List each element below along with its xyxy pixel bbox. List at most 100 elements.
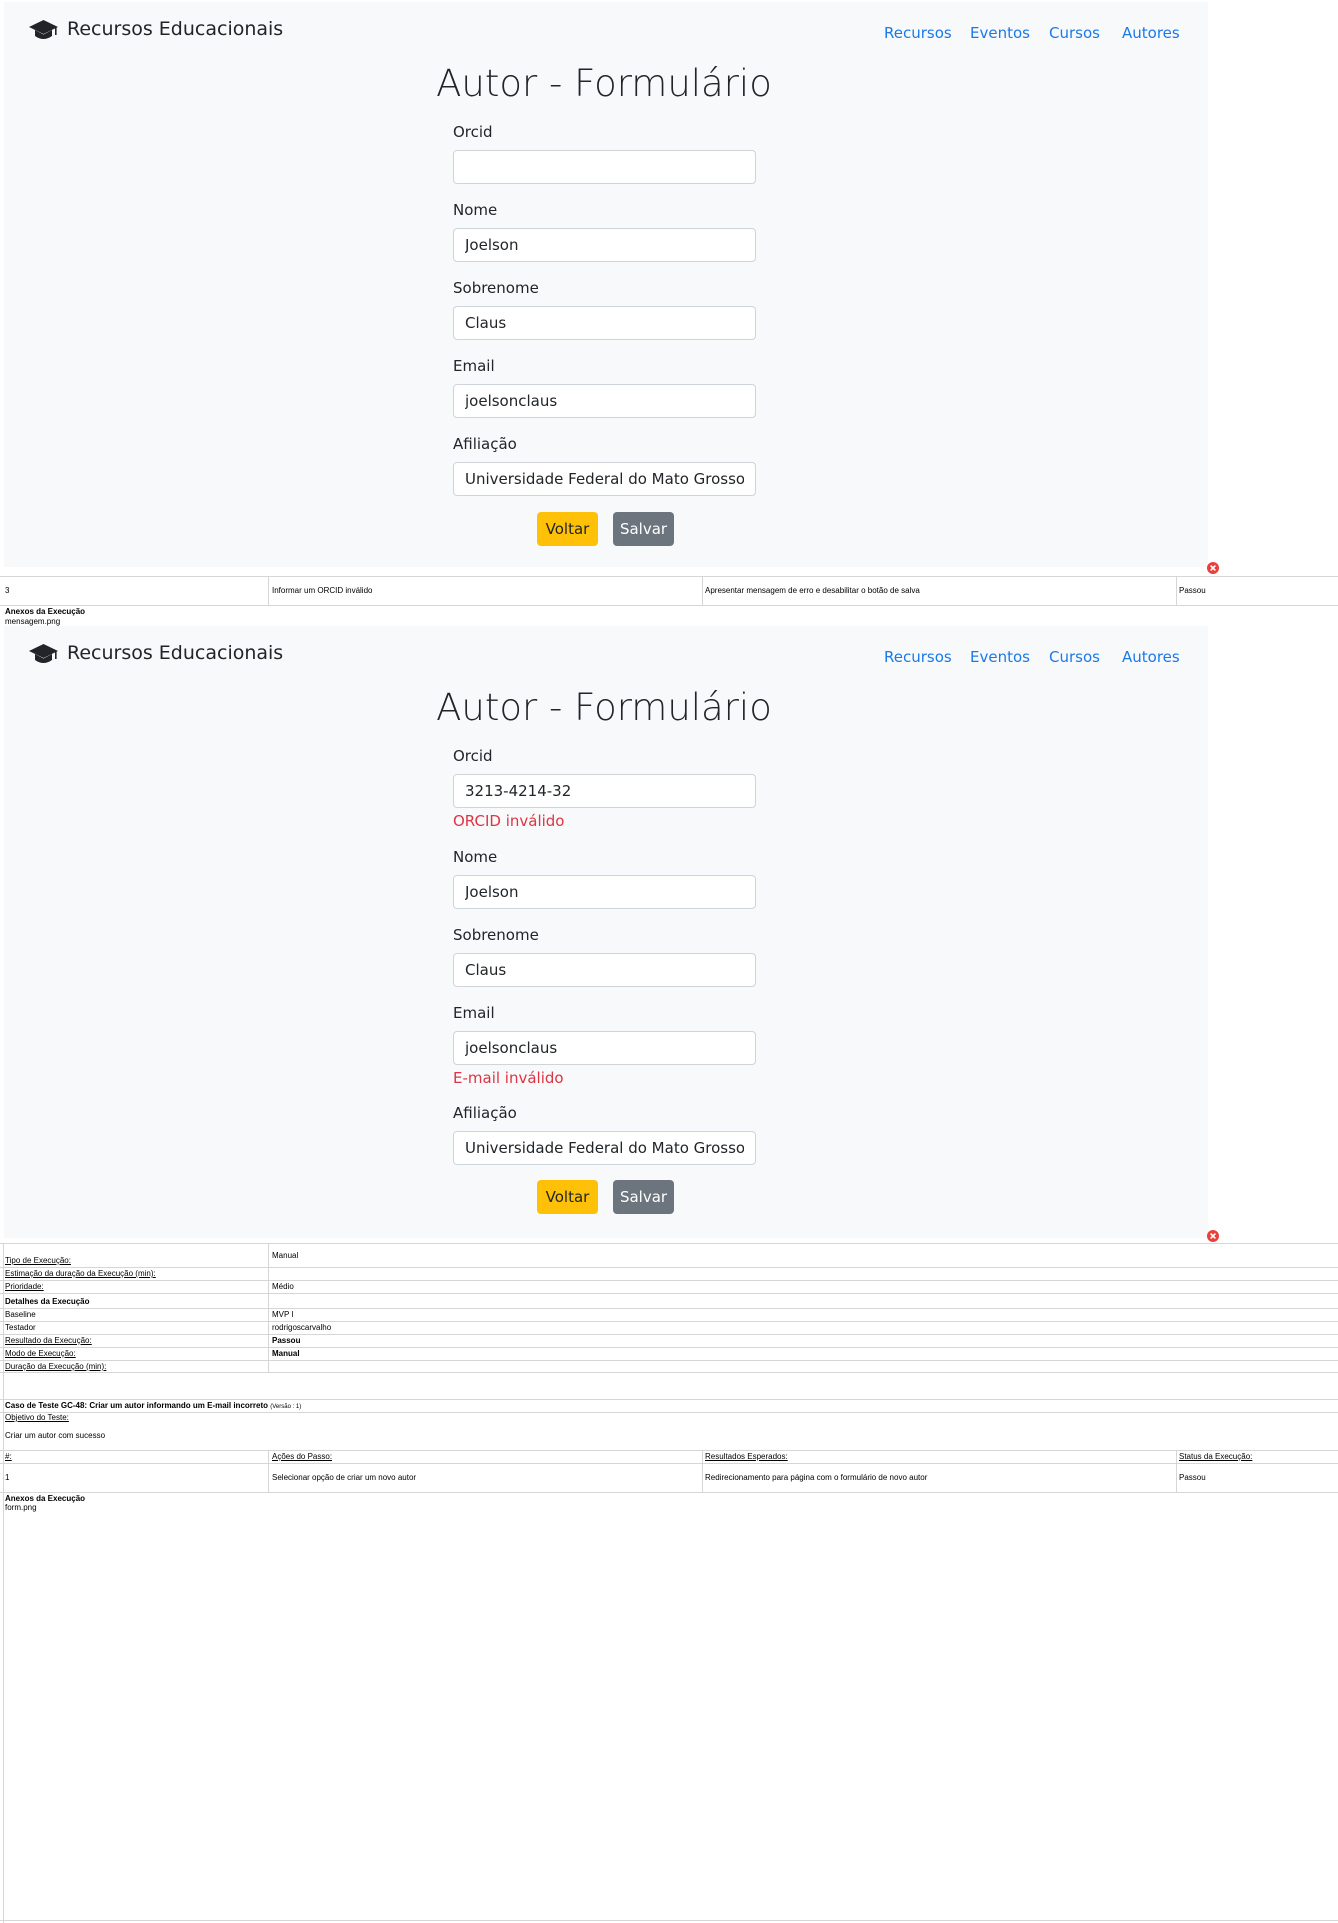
table-divider <box>702 1450 703 1492</box>
nome-input[interactable] <box>453 228 756 262</box>
step-action: Informar um ORCID inválido <box>272 586 373 595</box>
detalhes-heading: Detalhes da Execução <box>5 1297 90 1306</box>
sobrenome-label: Sobrenome <box>453 926 539 944</box>
resultado-label: Resultado da Execução: <box>5 1336 92 1345</box>
nome-label: Nome <box>453 201 498 219</box>
navbar-brand[interactable]: Recursos Educacionais <box>28 642 288 668</box>
table-divider <box>0 1360 1338 1361</box>
brand-label: Recursos Educacionais <box>67 642 284 664</box>
testador-value: rodrigoscarvalho <box>272 1323 332 1332</box>
baseline-value: MVP I <box>272 1310 294 1319</box>
table-divider <box>1176 576 1177 605</box>
table-divider <box>0 1412 1338 1413</box>
column-actions: Ações do Passo: <box>272 1452 333 1461</box>
attachment-file[interactable]: form.png <box>5 1503 37 1513</box>
table-divider <box>0 1293 1338 1294</box>
nav-link-recursos[interactable]: Recursos <box>884 648 952 666</box>
table-divider <box>0 1492 1338 1493</box>
navbar-brand[interactable]: Recursos Educacionais <box>28 18 288 44</box>
table-divider <box>268 576 269 605</box>
email-label: Email <box>453 1004 495 1022</box>
nav-link-eventos[interactable]: Eventos <box>970 24 1030 42</box>
sobrenome-label: Sobrenome <box>453 279 539 297</box>
close-circle-icon <box>1207 562 1219 574</box>
orcid-input[interactable] <box>453 774 756 808</box>
table-divider <box>0 576 1338 577</box>
step-number: 3 <box>5 586 10 595</box>
graduation-cap-icon <box>29 20 58 39</box>
email-error: E-mail inválido <box>453 1069 564 1087</box>
test-case-version: (Versão : 1) <box>270 1404 302 1410</box>
report-left-border <box>3 1243 4 1923</box>
prioridade-value: Médio <box>272 1282 294 1291</box>
table-divider <box>0 1372 1338 1373</box>
table-divider <box>1176 1450 1177 1492</box>
table-divider <box>0 605 1338 606</box>
column-number: #: <box>5 1452 12 1461</box>
afiliacao-label: Afiliação <box>453 1104 517 1122</box>
voltar-button[interactable]: Voltar <box>537 512 598 546</box>
attachments-heading: Anexos da Execução <box>5 607 86 616</box>
report-bottom-border <box>0 1920 1338 1921</box>
email-input[interactable] <box>453 384 756 418</box>
table-divider <box>0 1399 1338 1400</box>
email-label: Email <box>453 357 495 375</box>
sobrenome-input[interactable] <box>453 953 756 987</box>
table-divider <box>0 1267 1338 1268</box>
table-divider <box>0 1463 1338 1464</box>
voltar-button[interactable]: Voltar <box>537 1180 598 1214</box>
nav-link-autores[interactable]: Autores <box>1122 24 1180 42</box>
nav-link-cursos[interactable]: Cursos <box>1049 648 1100 666</box>
nav-link-eventos[interactable]: Eventos <box>970 648 1030 666</box>
orcid-label: Orcid <box>453 123 493 141</box>
testador-label: Testador <box>5 1323 36 1332</box>
table-divider <box>0 1450 1338 1451</box>
nome-label: Nome <box>453 848 498 866</box>
afiliacao-label: Afiliação <box>453 435 517 453</box>
email-input[interactable] <box>453 1031 756 1065</box>
step-status: Passou <box>1179 586 1206 595</box>
modo-value: Manual <box>272 1349 300 1358</box>
orcid-label: Orcid <box>453 747 493 765</box>
tipo-execucao-value: Manual <box>272 1251 299 1260</box>
test-case-name: Caso de Teste GC-48: Criar um autor info… <box>5 1401 269 1410</box>
graduation-cap-icon <box>29 644 58 663</box>
test-case-title: Caso de Teste GC-48: Criar um autor info… <box>5 1401 301 1412</box>
prioridade-label: Prioridade: <box>5 1282 44 1291</box>
nome-input[interactable] <box>453 875 756 909</box>
table-divider <box>0 1321 1338 1322</box>
table-divider <box>268 1450 269 1492</box>
page-title: Autor - Formulário <box>436 62 772 105</box>
salvar-button[interactable]: Salvar <box>613 1180 674 1214</box>
resultado-value: Passou <box>272 1336 301 1345</box>
duracao-label: Duração da Execução (min): <box>5 1362 107 1371</box>
orcid-input[interactable] <box>453 150 756 184</box>
table-divider <box>0 1308 1338 1309</box>
afiliacao-input[interactable] <box>453 462 756 496</box>
nav-link-cursos[interactable]: Cursos <box>1049 24 1100 42</box>
close-circle-icon <box>1207 1230 1219 1242</box>
column-status: Status da Execução: <box>1179 1452 1253 1461</box>
table-divider <box>0 1243 1338 1244</box>
objective-text: Criar um autor com sucesso <box>5 1431 106 1440</box>
objective-label: Objetivo do Teste: <box>5 1413 69 1422</box>
modo-label: Modo de Execução: <box>5 1349 76 1358</box>
table-divider <box>0 1280 1338 1281</box>
step-expected: Apresentar mensagem de erro e desabilita… <box>705 586 920 595</box>
table-divider <box>0 1334 1338 1335</box>
nav-link-autores[interactable]: Autores <box>1122 648 1180 666</box>
baseline-label: Baseline <box>5 1310 36 1319</box>
sobrenome-input[interactable] <box>453 306 756 340</box>
row-status: Passou <box>1179 1473 1206 1482</box>
table-divider <box>702 576 703 605</box>
page-title: Autor - Formulário <box>436 686 772 729</box>
nav-link-recursos[interactable]: Recursos <box>884 24 952 42</box>
row-number: 1 <box>5 1473 10 1482</box>
estimativa-label: Estimação da duração da Execução (min): <box>5 1269 156 1278</box>
row-action: Selecionar opção de criar um novo autor <box>272 1473 417 1482</box>
salvar-button[interactable]: Salvar <box>613 512 674 546</box>
brand-label: Recursos Educacionais <box>67 18 284 40</box>
table-divider <box>0 1347 1338 1348</box>
column-expected: Resultados Esperados: <box>705 1452 788 1461</box>
afiliacao-input[interactable] <box>453 1131 756 1165</box>
